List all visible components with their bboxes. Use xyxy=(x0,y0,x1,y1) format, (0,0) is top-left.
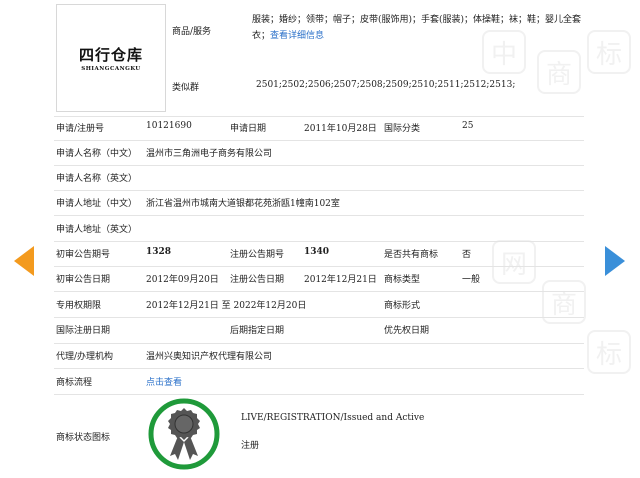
next-arrow-icon[interactable] xyxy=(605,246,625,276)
trademark-logo-text: 四行仓库 xyxy=(78,46,143,64)
previous-arrow-icon[interactable] xyxy=(14,246,34,276)
prelim-date-label: 初审公告日期 xyxy=(56,275,111,285)
reg-pub-date-value: 2012年12月21日 xyxy=(304,275,377,285)
address-cn-label: 申请人地址（中文） xyxy=(56,199,138,209)
intl-class-value: 25 xyxy=(462,121,474,131)
agent-value: 温州兴奥知识产权代理有限公司 xyxy=(146,352,273,362)
goods-value: 服装；婚纱；领带；帽子；皮带(服饰用)；手套(服装)；体操鞋；袜；鞋；婴儿全套衣… xyxy=(252,12,586,44)
row-divider xyxy=(54,140,584,141)
process-label: 商标流程 xyxy=(56,378,93,388)
row-divider xyxy=(54,165,584,166)
goods-label: 商品/服务 xyxy=(172,27,212,37)
apply-date-label: 申请日期 xyxy=(230,124,267,134)
status-cn-value: 注册 xyxy=(241,441,260,451)
exclusive-value: 2012年12月21日 至 2022年12月20日 xyxy=(146,301,307,311)
watermark-tile: 标 xyxy=(587,30,631,74)
reg-no-value: 10121690 xyxy=(146,121,192,131)
row-divider xyxy=(54,116,584,117)
view-details-link[interactable]: 查看详细信息 xyxy=(270,31,324,41)
row-divider xyxy=(54,266,584,267)
prelim-no-label: 初审公告期号 xyxy=(56,250,111,260)
reg-pub-no-value: 1340 xyxy=(304,247,330,257)
tm-form-label: 商标形式 xyxy=(384,301,421,311)
reg-no-label: 申请/注册号 xyxy=(56,124,105,134)
shared-value: 否 xyxy=(462,250,472,260)
row-divider xyxy=(54,215,584,216)
reg-pub-no-label: 注册公告期号 xyxy=(230,250,285,260)
row-divider xyxy=(54,394,584,395)
trademark-image: 四行仓库 SHIANGCANGKU xyxy=(56,4,166,112)
applicant-cn-label: 申请人名称（中文） xyxy=(56,149,138,159)
row-divider xyxy=(54,190,584,191)
row-divider xyxy=(54,241,584,242)
row-divider xyxy=(54,317,584,318)
tm-type-value: 一般 xyxy=(462,275,481,285)
row-divider xyxy=(54,343,584,344)
registered-status-icon xyxy=(148,398,220,470)
watermark-tile: 商 xyxy=(537,50,581,94)
address-en-label: 申请人地址（英文） xyxy=(56,225,138,235)
intl-reg-date-label: 国际注册日期 xyxy=(56,326,111,336)
exclusive-label: 专用权期限 xyxy=(56,301,102,311)
later-date-label: 后期指定日期 xyxy=(230,326,285,336)
row-divider xyxy=(54,291,584,292)
watermark-tile: 标 xyxy=(587,330,631,374)
status-en-value: LIVE/REGISTRATION/Issued and Active xyxy=(241,413,425,423)
apply-date-value: 2011年10月28日 xyxy=(304,124,377,134)
agent-label: 代理/办理机构 xyxy=(56,352,114,362)
row-divider xyxy=(54,368,584,369)
applicant-cn-value: 温州市三角洲电子商务有限公司 xyxy=(146,149,273,159)
intl-class-label: 国际分类 xyxy=(384,124,421,134)
prelim-no-value: 1328 xyxy=(146,247,172,257)
applicant-en-label: 申请人名称（英文） xyxy=(56,174,138,184)
trademark-logo-subtext: SHIANGCANGKU xyxy=(81,66,141,72)
watermark-tile: 网 xyxy=(492,240,536,284)
priority-date-label: 优先权日期 xyxy=(384,326,430,336)
address-cn-value: 浙江省温州市城南大道银都花苑浙瓯1幢南102室 xyxy=(146,199,340,209)
similar-group-label: 类似群 xyxy=(172,83,200,93)
view-process-link[interactable]: 点击查看 xyxy=(146,375,182,388)
reg-pub-date-label: 注册公告日期 xyxy=(230,275,285,285)
similar-group-value: 2501;2502;2506;2507;2508;2509;2510;2511;… xyxy=(256,80,516,90)
prelim-date-value: 2012年09月20日 xyxy=(146,275,219,285)
shared-label: 是否共有商标 xyxy=(384,250,439,260)
tm-type-label: 商标类型 xyxy=(384,275,421,285)
status-icon-label: 商标状态图标 xyxy=(56,433,111,443)
